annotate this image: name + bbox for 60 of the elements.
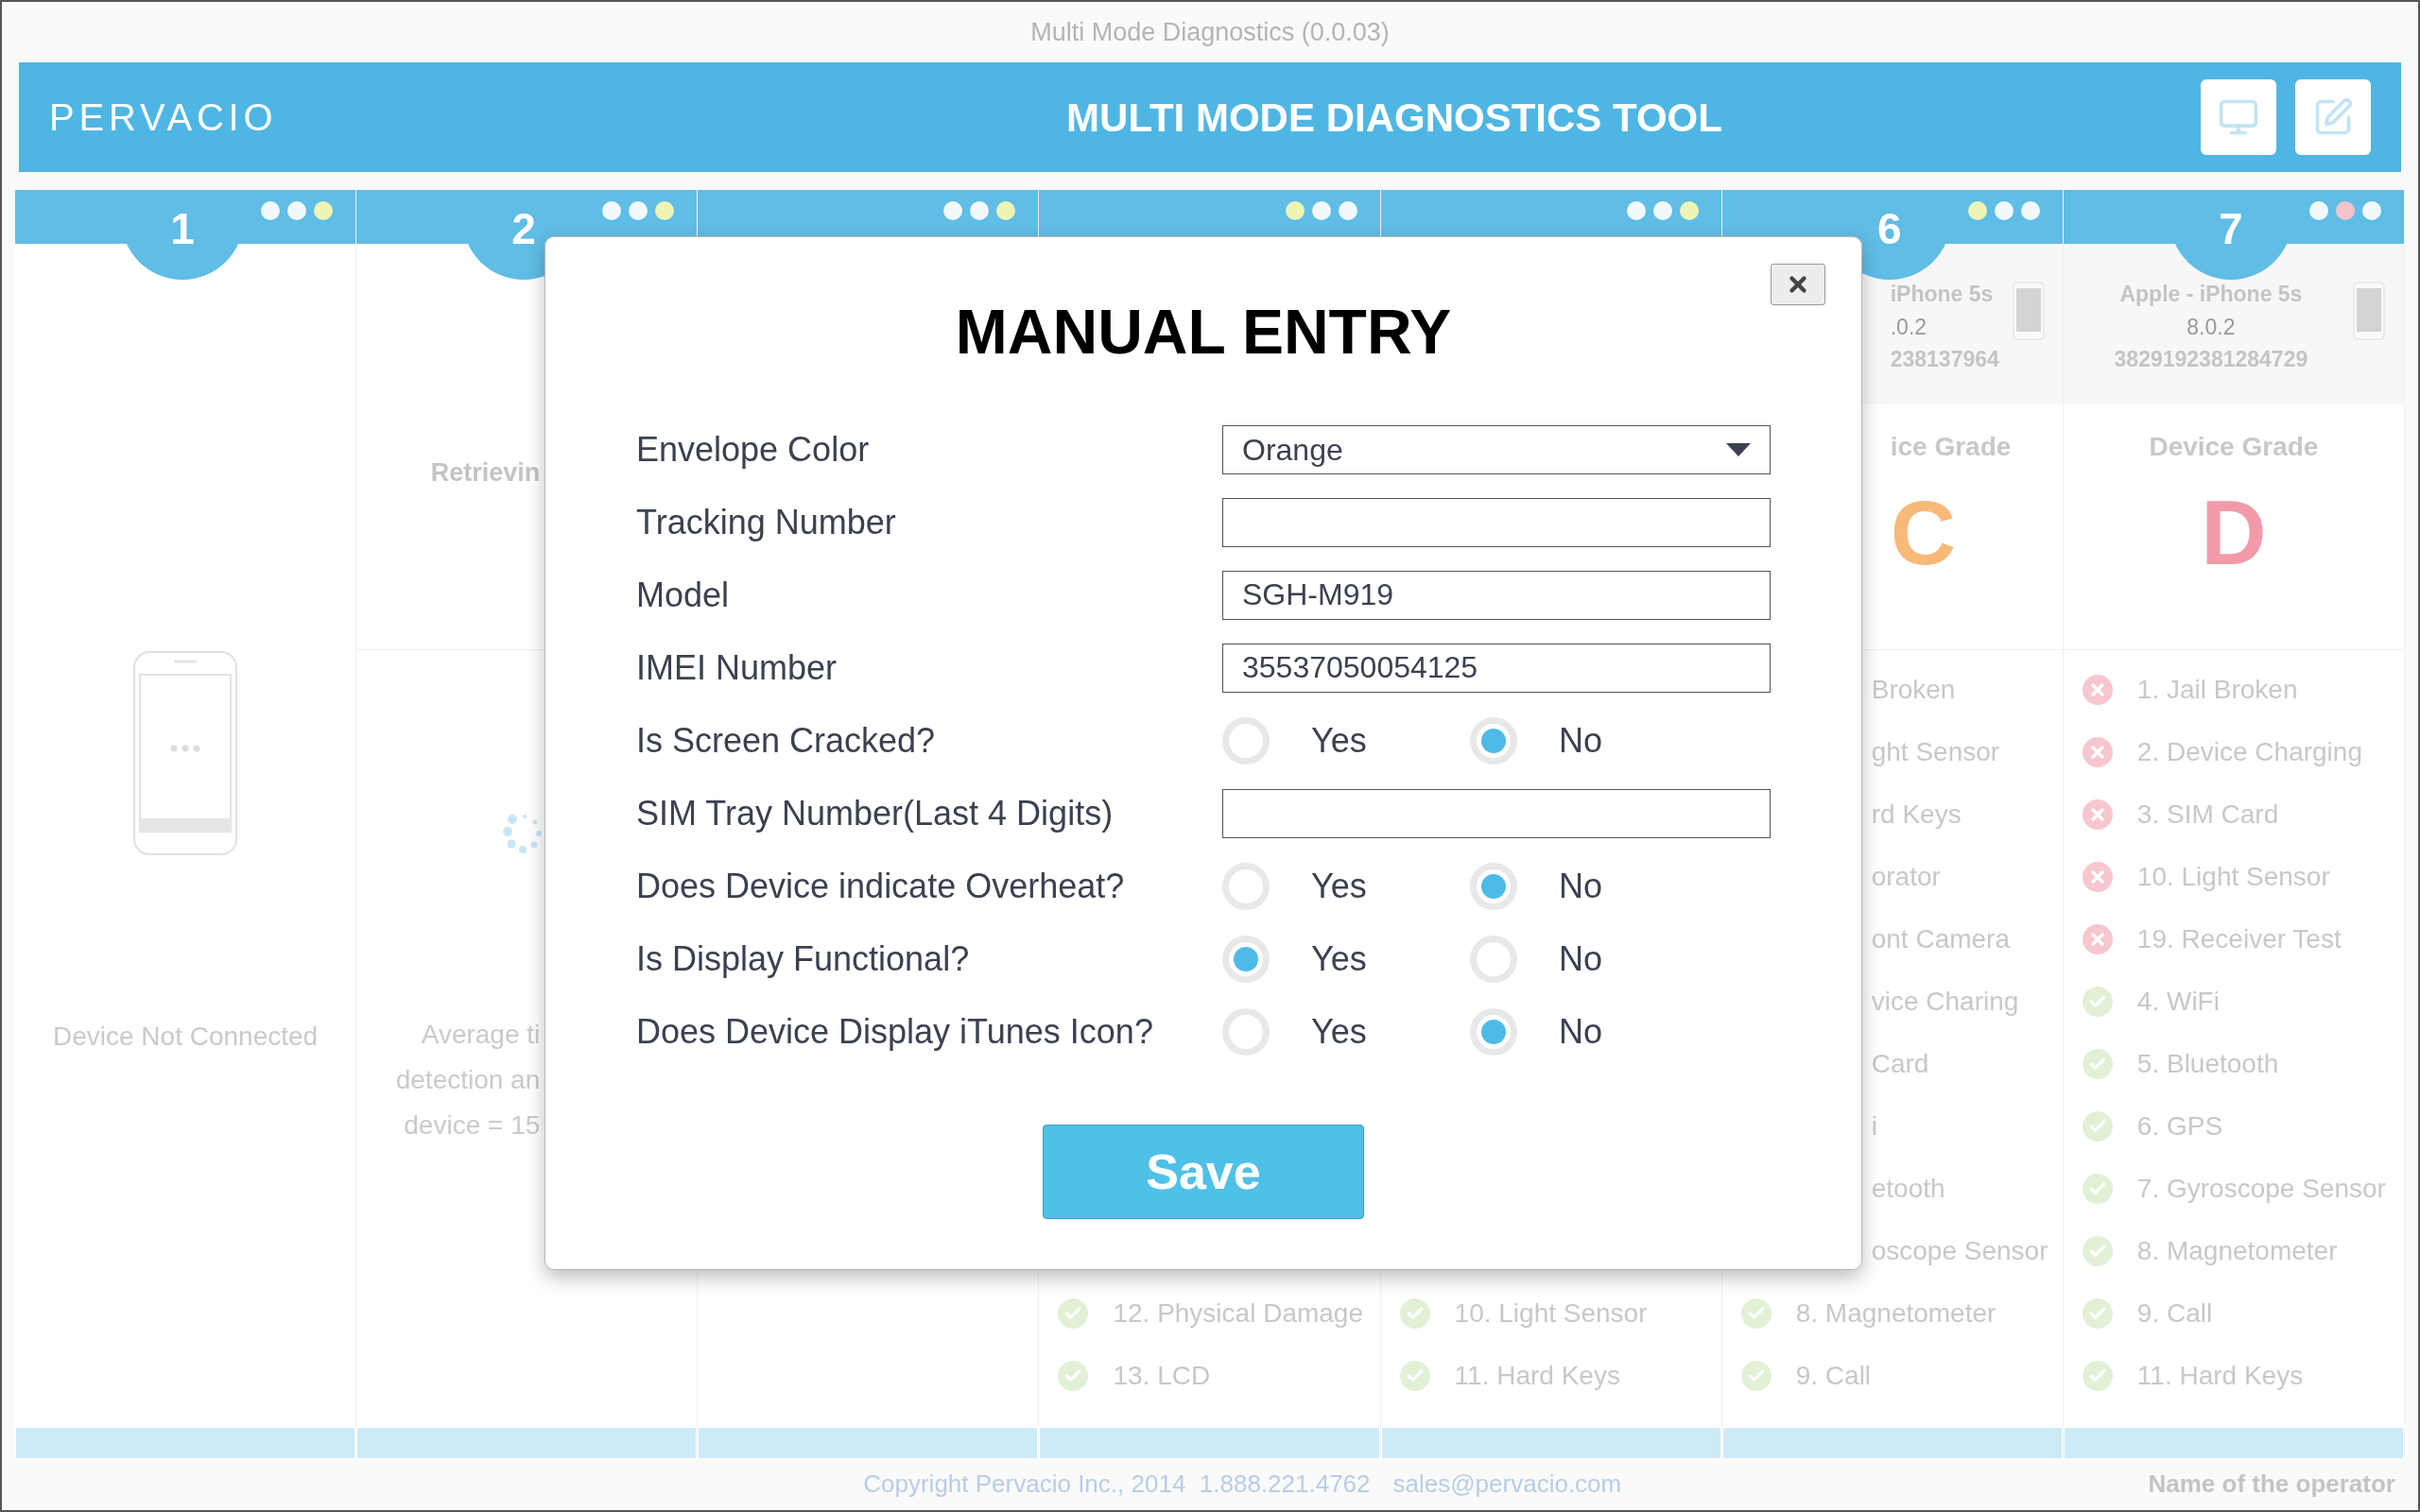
- logo: PERVACIO: [49, 95, 279, 140]
- check-icon: [2082, 1049, 2113, 1079]
- radio-label: Yes: [1311, 865, 1367, 907]
- radio-label: Yes: [1311, 937, 1367, 980]
- radio-label: Yes: [1311, 719, 1367, 762]
- radio-label: No: [1559, 937, 1603, 980]
- check-icon: [2082, 1111, 2113, 1142]
- check-icon: [2082, 1361, 2113, 1391]
- radio-button[interactable]: [1470, 1007, 1517, 1056]
- monitor-button[interactable]: [2201, 79, 2276, 155]
- window-title: Multi Mode Diagnostics (0.0.03): [1030, 16, 1390, 48]
- field-label: Envelope Color: [636, 428, 871, 471]
- field-label: Is Display Functional?: [636, 937, 971, 980]
- field-label: IMEI Number: [636, 646, 838, 689]
- field-label: Does Device indicate Overheat?: [636, 865, 1126, 907]
- close-button[interactable]: [1771, 264, 1825, 305]
- check-icon: [1058, 1361, 1089, 1391]
- radio-label: Yes: [1311, 1010, 1367, 1053]
- text-field[interactable]: SGH-M919: [1222, 570, 1771, 620]
- app-title: MULTI MODE DIAGNOSTICS TOOL: [1065, 94, 1723, 142]
- text-field[interactable]: [1222, 497, 1771, 547]
- check-icon: [2082, 987, 2113, 1017]
- phone-icon: [2353, 282, 2385, 340]
- field-label: Is Screen Cracked?: [636, 719, 937, 762]
- field-label: Model: [636, 574, 731, 616]
- status-text: Retrievin: [430, 457, 541, 489]
- check-icon: [1058, 1298, 1089, 1329]
- radio-label: No: [1559, 1010, 1603, 1053]
- field-label: SIM Tray Number(Last 4 Digits): [636, 792, 1115, 834]
- field-label: Tracking Number: [636, 501, 897, 543]
- edit-button[interactable]: [2295, 79, 2371, 155]
- check-icon: [2082, 1174, 2113, 1204]
- device-version: 8.0.2: [2187, 313, 2236, 341]
- check-icon: [1740, 1298, 1772, 1329]
- check-icon: [1399, 1298, 1430, 1329]
- text-field[interactable]: [1222, 788, 1771, 838]
- radio-button[interactable]: [1470, 716, 1517, 765]
- fail-icon: [2082, 862, 2113, 892]
- check-icon: [2082, 1298, 2113, 1329]
- fail-icon: [2082, 799, 2113, 830]
- grade-letter: D: [2201, 488, 2267, 578]
- radio-button[interactable]: [1470, 862, 1517, 910]
- radio-label: No: [1559, 719, 1603, 762]
- copyright-text: Copyright Pervacio Inc., 2014 1.888.221.4762: [863, 1469, 1371, 1500]
- fail-icon: [2082, 675, 2113, 705]
- fail-icon: [2082, 737, 2113, 767]
- check-icon: [1740, 1361, 1772, 1391]
- fail-icon: [2082, 924, 2113, 954]
- dropdown-caret-icon: [1726, 442, 1751, 456]
- envelope-color-select[interactable]: Orange: [1222, 424, 1771, 474]
- device-version: .0.2: [1890, 313, 1927, 341]
- field-label: Does Device Display iTunes Icon?: [636, 1010, 1154, 1053]
- radio-label: No: [1559, 865, 1603, 907]
- grade-letter: C: [1890, 488, 1957, 578]
- check-icon: [1399, 1361, 1430, 1391]
- text-field[interactable]: 35537050054125: [1222, 643, 1771, 693]
- phone-icon: [2012, 282, 2045, 340]
- radio-button[interactable]: [1222, 935, 1270, 983]
- dialog-title: MANUAL ENTRY: [955, 296, 1452, 369]
- check-icon: [2082, 1236, 2113, 1266]
